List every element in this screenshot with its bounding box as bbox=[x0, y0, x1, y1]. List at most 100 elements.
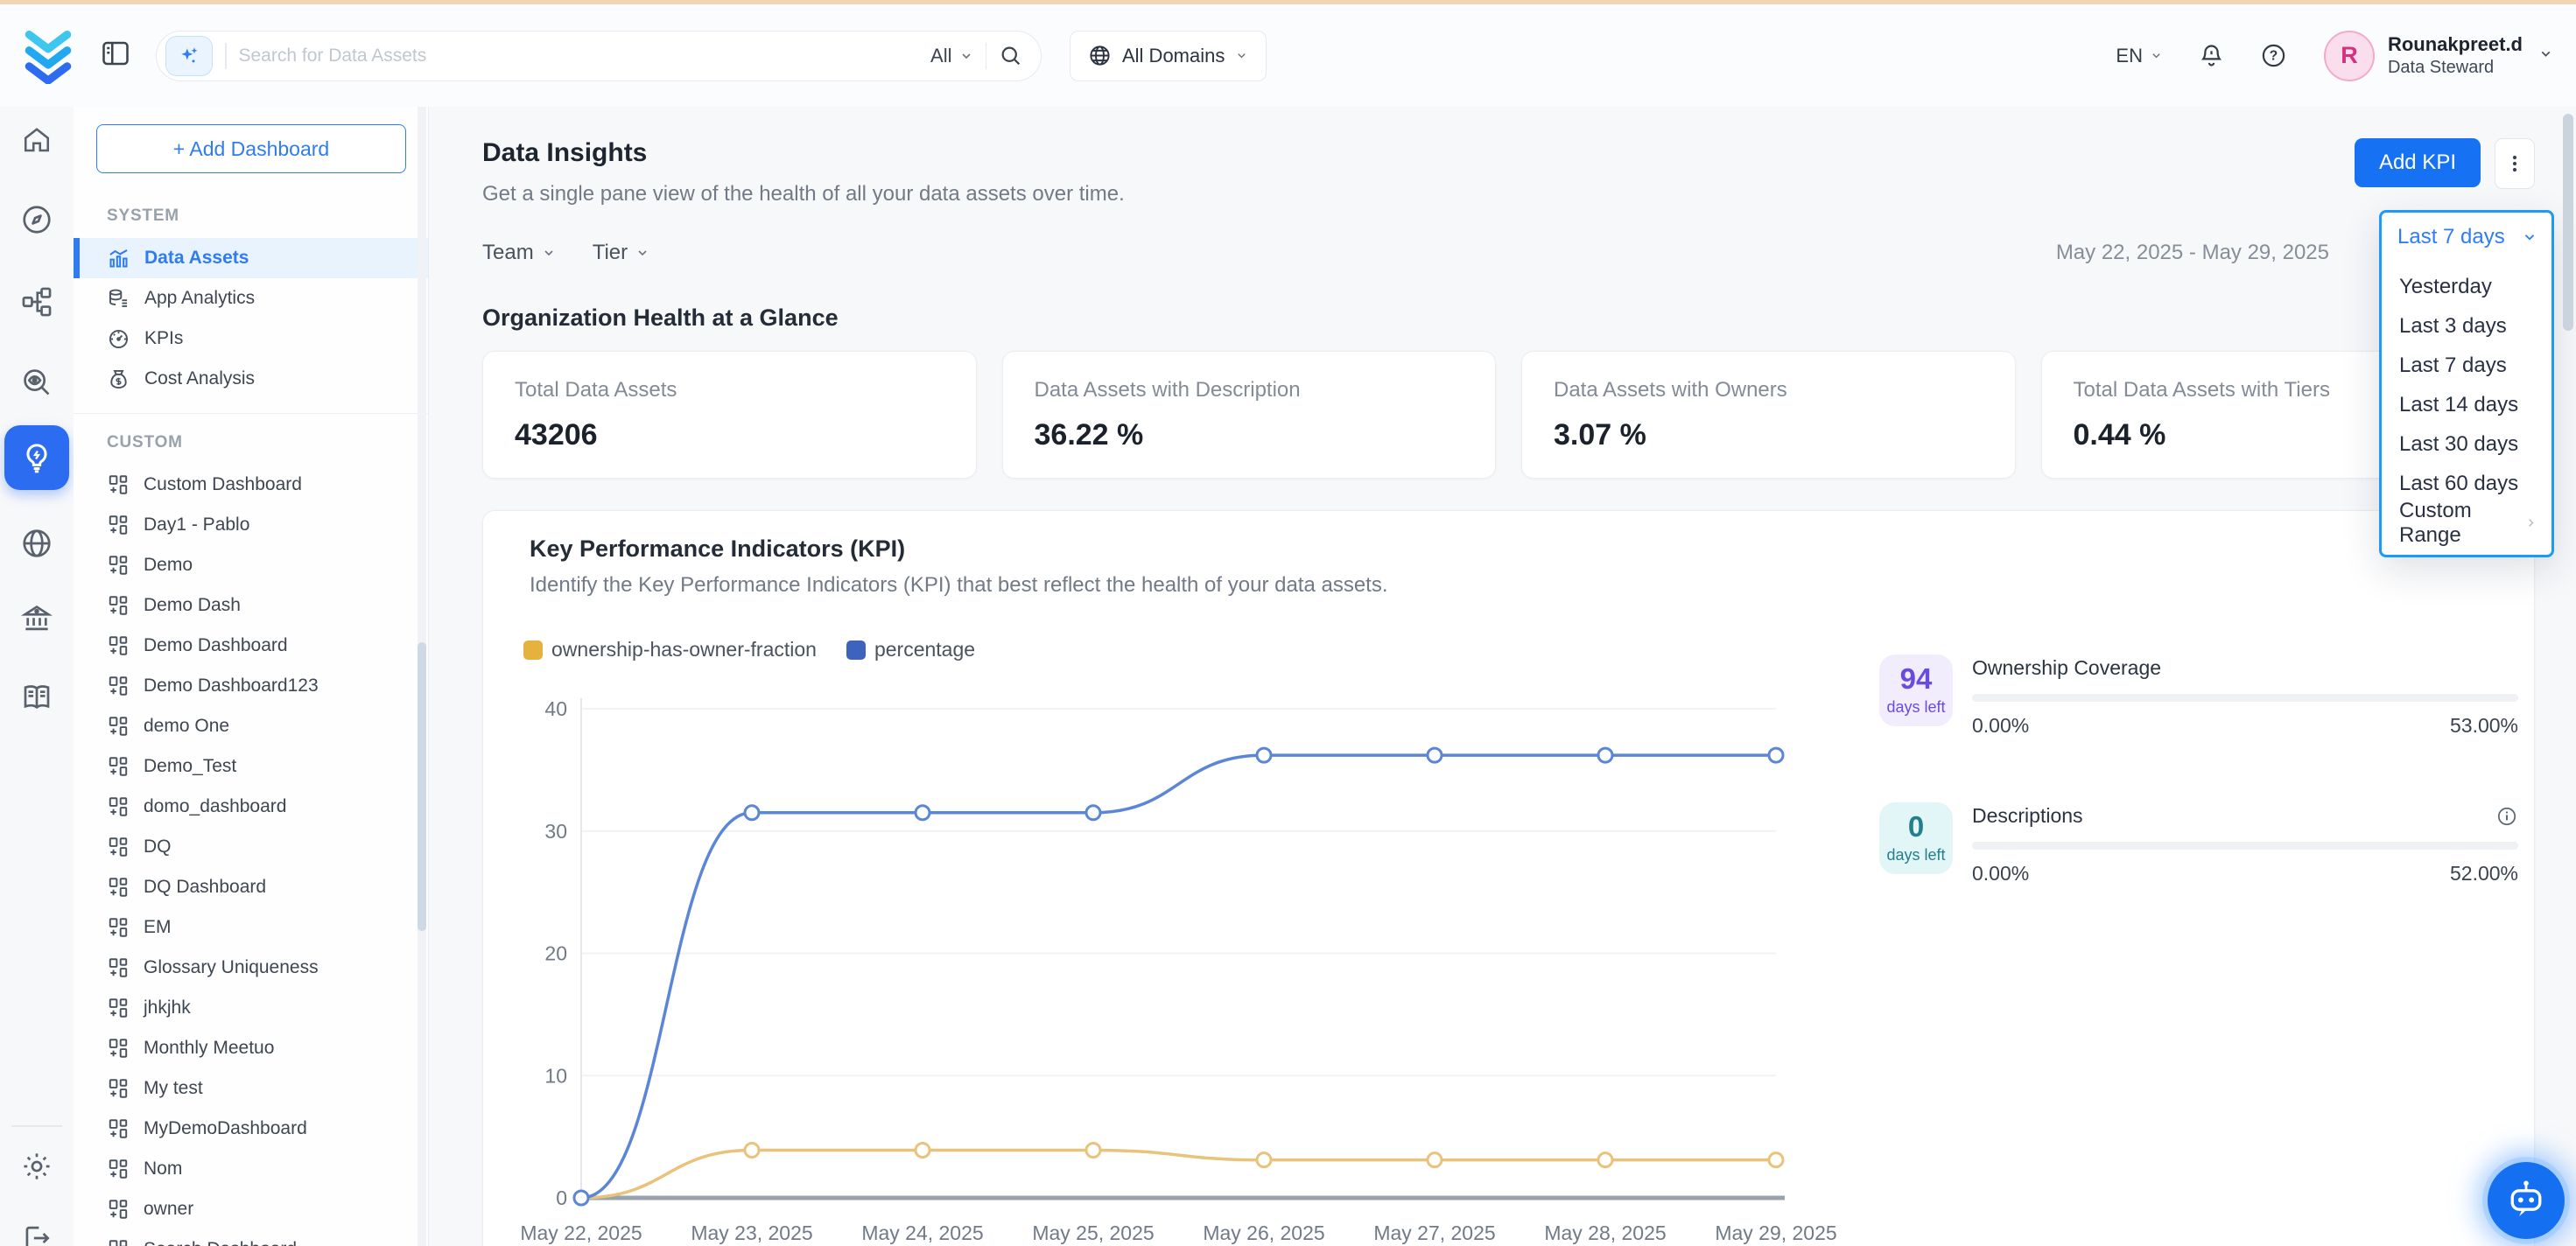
date-range-dropdown: Last 7 days Yesterday Last 3 days Last 7… bbox=[2379, 210, 2554, 557]
sidebar-toggle-icon[interactable] bbox=[100, 38, 131, 74]
notifications-button[interactable] bbox=[2198, 42, 2225, 69]
tier-filter-dropdown[interactable]: Tier bbox=[593, 241, 649, 265]
dashboard-add-icon bbox=[107, 1037, 130, 1060]
menu-item-yesterday[interactable]: Yesterday bbox=[2382, 267, 2551, 306]
sidebar-item-app-analytics[interactable]: App Analytics bbox=[74, 278, 428, 318]
kpi-name: Ownership Coverage bbox=[1972, 656, 2161, 680]
sidebar-item-custom-dashboard[interactable]: Demo_Test bbox=[74, 746, 428, 787]
explore-compass-icon[interactable] bbox=[20, 203, 53, 236]
kpi-row-descriptions[interactable]: 0 days left Descriptions 0.00% 52.00% bbox=[1879, 802, 2518, 886]
avatar[interactable]: R bbox=[2324, 31, 2375, 81]
kpi-progress-panel: 94 days left Ownership Coverage 0.00% 53… bbox=[1879, 654, 2518, 950]
sidebar-item-custom-dashboard[interactable]: Day1 - Pablo bbox=[74, 505, 428, 545]
sidebar-item-kpis[interactable]: KPIs bbox=[74, 318, 428, 359]
ai-sparkle-icon[interactable] bbox=[165, 36, 213, 76]
dashboard-add-icon bbox=[107, 594, 130, 617]
summary-cards: Total Data Assets 43206 Data Assets with… bbox=[482, 351, 2535, 479]
sidebar-item-label: Day1 - Pablo bbox=[144, 514, 249, 536]
sidebar-item-custom-dashboard[interactable]: Demo bbox=[74, 545, 428, 585]
user-menu[interactable]: Rounakpreet.d Data Steward bbox=[2388, 33, 2523, 78]
kpi-section-card: Key Performance Indicators (KPI) Identif… bbox=[482, 510, 2535, 1246]
sidebar-item-custom-dashboard[interactable]: Custom Dashboard bbox=[74, 465, 428, 505]
help-button[interactable]: ? bbox=[2260, 42, 2287, 69]
search-scope-dropdown[interactable]: All bbox=[930, 45, 972, 67]
sidebar-item-custom-dashboard[interactable]: DQ Dashboard bbox=[74, 867, 428, 907]
menu-item-last-7-days[interactable]: Last 7 days bbox=[2382, 346, 2551, 385]
chevron-down-icon bbox=[959, 49, 973, 63]
sidebar-item-label: demo One bbox=[144, 716, 229, 737]
user-role: Data Steward bbox=[2388, 58, 2523, 78]
sidebar-item-label: EM bbox=[144, 917, 172, 938]
menu-item-custom-range[interactable]: Custom Range bbox=[2382, 503, 2551, 542]
sidebar-item-custom-dashboard[interactable]: EM bbox=[74, 907, 428, 948]
team-filter-dropdown[interactable]: Team bbox=[482, 241, 556, 265]
chevron-down-icon bbox=[635, 246, 649, 260]
sidebar-item-custom-dashboard[interactable]: Nom bbox=[74, 1149, 428, 1189]
custom-group-label: CUSTOM bbox=[107, 433, 428, 452]
svg-text:May 24, 2025: May 24, 2025 bbox=[861, 1222, 983, 1244]
app-logo-icon[interactable] bbox=[23, 28, 74, 84]
settings-gear-icon[interactable] bbox=[20, 1150, 53, 1183]
sidebar-scrollbar-thumb[interactable] bbox=[418, 642, 426, 931]
governance-bank-icon[interactable] bbox=[20, 602, 53, 635]
card-value: 43206 bbox=[515, 418, 944, 452]
logout-icon[interactable] bbox=[20, 1222, 53, 1246]
sidebar-item-data-assets[interactable]: Data Assets bbox=[74, 238, 428, 278]
divider bbox=[986, 43, 987, 69]
chatbot-button[interactable] bbox=[2488, 1162, 2565, 1239]
chevron-down-icon bbox=[1235, 49, 1248, 62]
sidebar-item-custom-dashboard[interactable]: Demo Dashboard bbox=[74, 626, 428, 666]
group-divider bbox=[74, 413, 428, 414]
user-menu-chevron-icon[interactable] bbox=[2538, 46, 2553, 66]
info-icon[interactable] bbox=[2495, 805, 2518, 828]
menu-item-last-3-days[interactable]: Last 3 days bbox=[2382, 306, 2551, 346]
domains-dropdown[interactable]: All Domains bbox=[1070, 31, 1267, 81]
home-icon[interactable] bbox=[21, 124, 53, 156]
language-dropdown[interactable]: EN bbox=[2116, 45, 2163, 67]
dashboard-add-icon bbox=[107, 514, 130, 536]
menu-item-last-30-days[interactable]: Last 30 days bbox=[2382, 424, 2551, 464]
main-scrollbar-thumb[interactable] bbox=[2563, 114, 2573, 331]
date-range-trigger[interactable]: Last 7 days bbox=[2382, 213, 2551, 262]
sidebar-item-label: Cost Analysis bbox=[144, 368, 255, 389]
legend-percentage[interactable]: percentage bbox=[846, 638, 975, 662]
sidebar-item-custom-dashboard[interactable]: My test bbox=[74, 1068, 428, 1109]
sidebar-item-custom-dashboard[interactable]: DQ bbox=[74, 827, 428, 867]
kpi-row-ownership[interactable]: 94 days left Ownership Coverage 0.00% 53… bbox=[1879, 654, 2518, 738]
bell-icon bbox=[2198, 42, 2225, 69]
rail-divider bbox=[11, 1125, 62, 1127]
global-search[interactable]: All bbox=[156, 31, 1042, 81]
team-filter-label: Team bbox=[482, 241, 534, 265]
kpi-line-chart[interactable]: 010203040May 22, 2025May 23, 2025May 24,… bbox=[511, 676, 1842, 1246]
sidebar-item-custom-dashboard[interactable]: Glossary Uniqueness bbox=[74, 948, 428, 988]
custom-dashboard-list: Custom Dashboard Day1 - Pablo Demo bbox=[74, 465, 428, 1246]
data-assets-chart-icon bbox=[107, 247, 130, 270]
more-options-button[interactable] bbox=[2495, 138, 2535, 189]
add-kpi-button[interactable]: Add KPI bbox=[2355, 138, 2481, 187]
menu-item-last-14-days[interactable]: Last 14 days bbox=[2382, 385, 2551, 424]
sidebar-item-custom-dashboard[interactable]: jhkjhk bbox=[74, 988, 428, 1028]
sidebar-item-custom-dashboard[interactable]: MyDemoDashboard bbox=[74, 1109, 428, 1149]
sidebar-item-custom-dashboard[interactable]: Demo Dash bbox=[74, 585, 428, 626]
dashboard-add-icon bbox=[107, 1077, 130, 1100]
sidebar-item-custom-dashboard[interactable]: owner bbox=[74, 1189, 428, 1229]
dashboard-add-icon bbox=[107, 675, 130, 697]
page-title: Data Insights bbox=[482, 138, 1125, 168]
sidebar-item-custom-dashboard[interactable]: Monthly Meetuo bbox=[74, 1028, 428, 1068]
search-icon[interactable] bbox=[999, 44, 1023, 68]
lineage-sitemap-icon[interactable] bbox=[20, 285, 53, 318]
search-input[interactable] bbox=[239, 46, 919, 66]
sidebar-item-custom-dashboard[interactable]: domo_dashboard bbox=[74, 787, 428, 827]
kpi-progress-bar bbox=[1972, 694, 2518, 702]
legend-ownership[interactable]: ownership-has-owner-fraction bbox=[523, 638, 817, 662]
add-dashboard-button[interactable]: + Add Dashboard bbox=[96, 124, 406, 173]
observability-search-eye-icon[interactable] bbox=[20, 366, 53, 399]
sidebar-item-custom-dashboard[interactable]: demo One bbox=[74, 706, 428, 746]
domains-globe-icon[interactable] bbox=[20, 527, 53, 560]
sidebar-item-custom-dashboard[interactable]: Search Dashboard bbox=[74, 1229, 428, 1246]
sidebar-item-custom-dashboard[interactable]: Demo Dashboard123 bbox=[74, 666, 428, 706]
glossary-book-icon[interactable] bbox=[20, 681, 53, 714]
sidebar-item-cost-analysis[interactable]: Cost Analysis bbox=[74, 359, 428, 399]
insights-nav-active[interactable] bbox=[4, 425, 69, 490]
menu-item-last-60-days[interactable]: Last 60 days bbox=[2382, 464, 2551, 503]
